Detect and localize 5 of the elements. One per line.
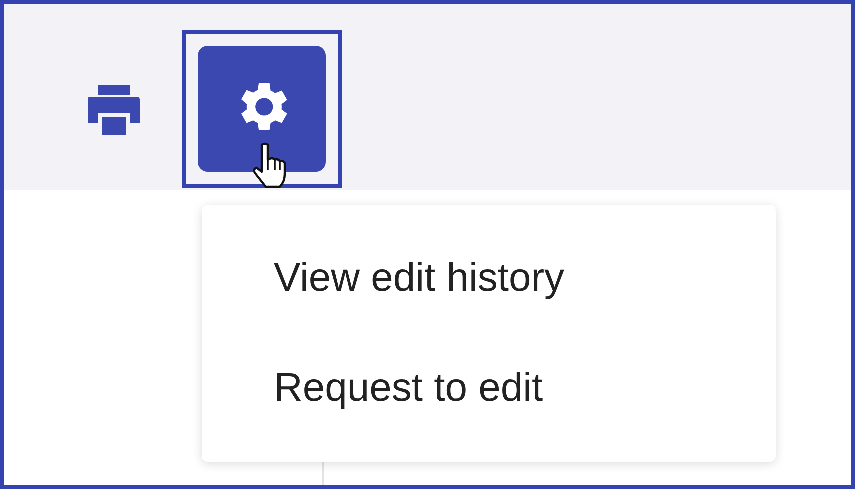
settings-button[interactable] — [198, 46, 326, 172]
menu-item[interactable]: Request to edit — [202, 333, 776, 443]
menu-item[interactable]: View edit history — [202, 223, 776, 333]
print-button[interactable] — [88, 85, 140, 135]
printer-icon — [88, 85, 140, 135]
